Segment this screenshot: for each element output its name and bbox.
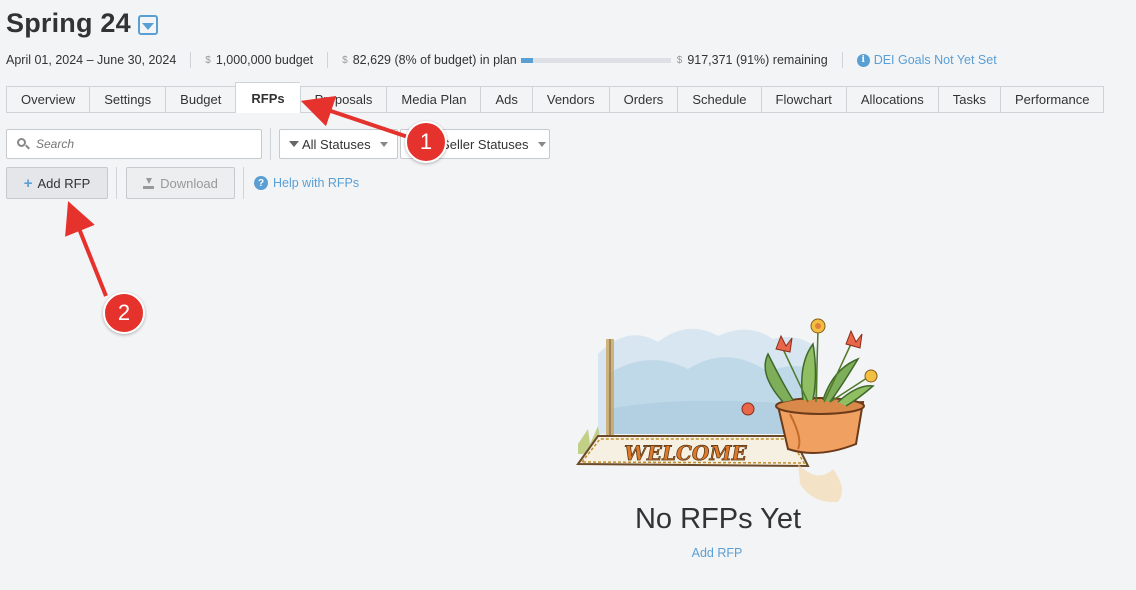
empty-state-title: No RFPs Yet <box>634 503 802 535</box>
tab-allocations[interactable]: Allocations <box>845 86 938 113</box>
campaign-summary: April 01, 2024 – June 30, 2024 $ 1,000,0… <box>6 52 997 68</box>
tab-ads[interactable]: Ads <box>480 86 532 113</box>
tab-budget[interactable]: Budget <box>165 86 236 113</box>
search-field[interactable] <box>6 129 262 159</box>
in-plan-amount: 82,629 (8% of budget) in plan <box>352 53 517 67</box>
search-icon <box>17 138 30 150</box>
annotation-badge-1: 1 <box>405 121 447 163</box>
tab-rfps[interactable]: RFPs <box>235 82 300 113</box>
download-label: Download <box>160 175 218 191</box>
divider <box>190 52 192 68</box>
filter-icon <box>289 141 299 147</box>
tab-bar: Overview Settings Budget RFPs Proposals Media… <box>6 82 1105 113</box>
tab-flowchart[interactable]: Flowchart <box>760 86 846 113</box>
help-with-rfps-link[interactable]: ? Help with RFPs <box>254 176 359 190</box>
add-rfp-button[interactable]: + Add RFP <box>6 167 108 199</box>
annotation-badge-2: 2 <box>103 292 145 334</box>
dei-goals-link[interactable]: i DEI Goals Not Yet Set <box>856 53 997 67</box>
tab-proposals[interactable]: Proposals <box>299 86 387 113</box>
download-icon <box>143 177 155 189</box>
tab-vendors[interactable]: Vendors <box>531 86 609 113</box>
toolbar-divider <box>116 167 117 199</box>
add-rfp-link[interactable]: Add RFP <box>617 546 817 560</box>
toolbar-divider <box>270 128 271 160</box>
dei-goals-label: DEI Goals Not Yet Set <box>873 53 997 67</box>
welcome-mat-illustration: WELCOME <box>576 318 878 503</box>
annotation-arrow <box>65 201 108 297</box>
tab-performance[interactable]: Performance <box>1000 86 1105 113</box>
tab-orders[interactable]: Orders <box>608 86 678 113</box>
plus-icon: + <box>23 174 33 192</box>
page-title: Spring 24 <box>6 8 131 38</box>
budget-progress-bar <box>520 57 671 63</box>
info-icon: i <box>856 53 870 67</box>
rfps-page: Spring 24 April 01, 2024 – June 30, 2024… <box>0 0 1136 590</box>
help-label: Help with RFPs <box>273 176 360 190</box>
search-input[interactable] <box>34 136 234 152</box>
budget-progress-fill <box>520 57 533 63</box>
download-button[interactable]: Download <box>126 167 235 199</box>
currency-symbol: $ <box>342 54 348 66</box>
currency-symbol: $ <box>205 54 211 66</box>
status-filter-label: All Statuses <box>302 136 371 152</box>
title-row: Spring 24 <box>6 8 158 39</box>
welcome-mat-lettering: WELCOME <box>621 441 749 465</box>
date-range: April 01, 2024 – June 30, 2024 <box>6 53 177 67</box>
tab-overview[interactable]: Overview <box>6 86 90 113</box>
chevron-down-icon <box>379 141 388 147</box>
status-filter-dropdown[interactable]: All Statuses <box>279 129 398 159</box>
tab-tasks[interactable]: Tasks <box>937 86 1000 113</box>
toolbar-divider <box>243 167 244 199</box>
budget-amount: 1,000,000 budget <box>215 53 314 67</box>
add-rfp-label: Add RFP <box>37 175 91 191</box>
tab-settings[interactable]: Settings <box>89 86 166 113</box>
tab-media-plan[interactable]: Media Plan <box>386 86 481 113</box>
currency-symbol: $ <box>676 54 683 66</box>
tab-schedule[interactable]: Schedule <box>677 86 761 113</box>
divider <box>327 52 329 68</box>
chevron-down-icon <box>537 141 546 147</box>
question-icon: ? <box>254 176 268 190</box>
campaign-dropdown-icon[interactable] <box>137 15 158 35</box>
divider <box>841 52 843 68</box>
remaining-amount: 917,371 (91%) remaining <box>687 53 828 67</box>
